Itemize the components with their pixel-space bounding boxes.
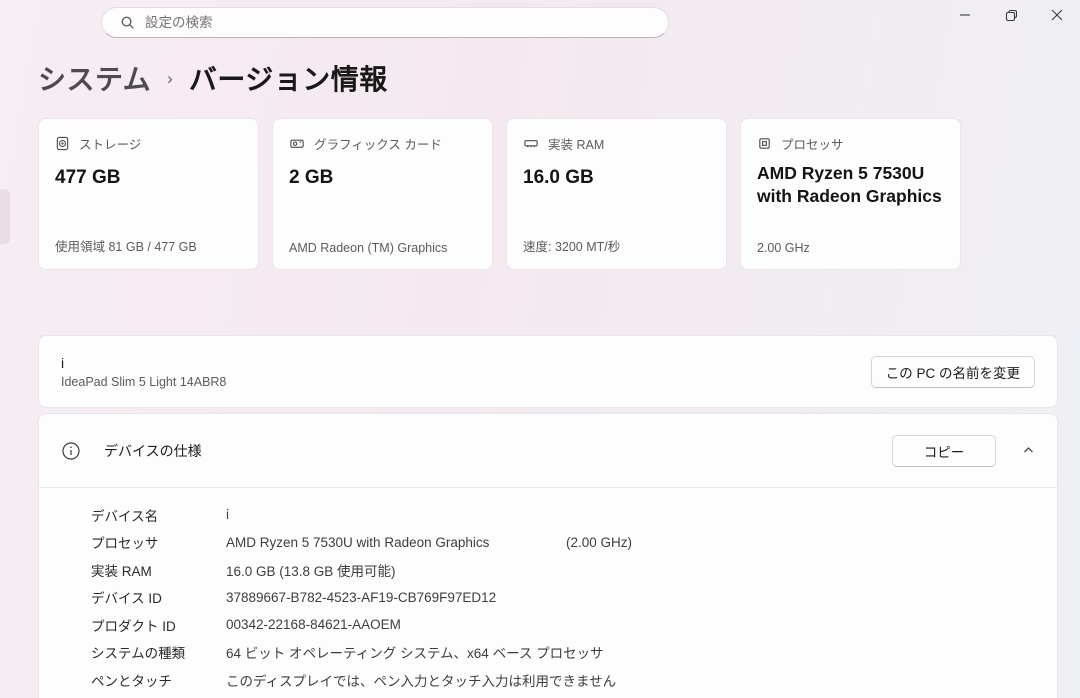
- spec-value: i: [226, 507, 229, 522]
- spec-row-product-id: プロダクト ID 00342-22168-84621-AAOEM: [39, 611, 1057, 639]
- nav-scrollbar-thumb[interactable]: [0, 189, 10, 244]
- spec-row-pen-touch: ペンとタッチ このディスプレイでは、ペン入力とタッチ入力は利用できません: [39, 666, 1057, 694]
- card-graphics: グラフィックス カード 2 GB AMD Radeon (TM) Graphic…: [272, 118, 493, 270]
- ram-icon: [523, 136, 539, 151]
- close-button[interactable]: [1034, 0, 1080, 30]
- spec-value: 16.0 GB (13.8 GB 使用可能): [226, 560, 396, 580]
- chevron-right-icon: ›: [167, 69, 173, 89]
- spec-value: 37889667-B782-4523-AF19-CB769F97ED12: [226, 590, 496, 605]
- spec-label: デバイス名: [91, 505, 226, 525]
- card-label: ストレージ: [79, 134, 141, 153]
- spec-value: 64 ビット オペレーティング システム、x64 ベース プロセッサ: [226, 642, 604, 662]
- spec-label: プロダクト ID: [91, 615, 226, 635]
- page-title: バージョン情報: [189, 58, 388, 98]
- settings-about-page: { "window": { "controls": { "minimize": …: [0, 0, 1080, 698]
- device-specs-card: デバイスの仕様 コピー デバイス名 i プロセッサ AMD Ryzen 5 75…: [38, 413, 1058, 698]
- spec-row-device-id: デバイス ID 37889667-B782-4523-AF19-CB769F97…: [39, 584, 1057, 612]
- spec-row-processor: プロセッサ AMD Ryzen 5 7530U with Radeon Grap…: [39, 529, 1057, 557]
- restore-button[interactable]: [988, 0, 1034, 30]
- device-model: IdeaPad Slim 5 Light 14ABR8: [61, 373, 871, 391]
- device-specs-table: デバイス名 i プロセッサ AMD Ryzen 5 7530U with Rad…: [39, 488, 1057, 694]
- card-label: グラフィックス カード: [314, 134, 442, 153]
- info-icon: [61, 441, 81, 461]
- spec-label: プロセッサ: [91, 532, 226, 552]
- spec-label: ペンとタッチ: [91, 670, 226, 690]
- spec-label: システムの種類: [91, 642, 226, 662]
- spec-row-ram: 実装 RAM 16.0 GB (13.8 GB 使用可能): [39, 556, 1057, 584]
- card-value: 16.0 GB: [523, 166, 710, 191]
- spec-row-device-name: デバイス名 i: [39, 501, 1057, 529]
- titlebar-controls: [942, 0, 1080, 30]
- minimize-button[interactable]: [942, 0, 988, 30]
- card-value: AMD Ryzen 5 7530U with Radeon Graphics: [757, 162, 944, 208]
- minimize-icon: [959, 9, 971, 21]
- device-specs-title: デバイスの仕様: [104, 441, 892, 461]
- spec-value-extra: (2.00 GHz): [566, 535, 632, 550]
- spec-value: AMD Ryzen 5 7530U with Radeon Graphics: [226, 535, 489, 550]
- spec-label: 実装 RAM: [91, 560, 226, 580]
- device-name-panel: i IdeaPad Slim 5 Light 14ABR8 この PC の名前を…: [38, 335, 1058, 408]
- card-footer: 速度: 3200 MT/秒: [523, 236, 620, 255]
- card-footer: 2.00 GHz: [757, 241, 810, 255]
- chevron-up-icon[interactable]: [1018, 440, 1039, 461]
- card-value: 2 GB: [289, 166, 476, 191]
- search-icon: [120, 15, 135, 30]
- breadcrumb-system[interactable]: システム: [38, 58, 151, 98]
- card-label: プロセッサ: [781, 134, 844, 153]
- spec-label: デバイス ID: [91, 587, 226, 607]
- card-value: 477 GB: [55, 166, 242, 191]
- close-icon: [1051, 9, 1063, 21]
- device-name: i: [61, 353, 871, 373]
- copy-button[interactable]: コピー: [892, 435, 996, 467]
- card-footer: AMD Radeon (TM) Graphics: [289, 241, 447, 255]
- card-ram: 実装 RAM 16.0 GB 速度: 3200 MT/秒: [506, 118, 727, 270]
- card-label: 実装 RAM: [548, 134, 604, 153]
- device-specs-header[interactable]: デバイスの仕様 コピー: [39, 414, 1057, 488]
- rename-pc-button[interactable]: この PC の名前を変更: [871, 356, 1035, 388]
- card-footer: 使用領域 81 GB / 477 GB: [55, 236, 197, 255]
- breadcrumb: システム › バージョン情報: [38, 58, 388, 98]
- cpu-icon: [757, 136, 772, 151]
- gpu-icon: [289, 136, 305, 151]
- settings-search-box[interactable]: [101, 7, 669, 38]
- spec-row-system-type: システムの種類 64 ビット オペレーティング システム、x64 ベース プロセ…: [39, 639, 1057, 667]
- search-input[interactable]: [145, 15, 656, 30]
- card-processor: プロセッサ AMD Ryzen 5 7530U with Radeon Grap…: [740, 118, 961, 270]
- spec-value: このディスプレイでは、ペン入力とタッチ入力は利用できません: [226, 670, 616, 690]
- restore-icon: [1005, 9, 1018, 22]
- storage-icon: [55, 136, 70, 151]
- spec-value: 00342-22168-84621-AAOEM: [226, 617, 401, 632]
- card-storage: ストレージ 477 GB 使用領域 81 GB / 477 GB: [38, 118, 259, 270]
